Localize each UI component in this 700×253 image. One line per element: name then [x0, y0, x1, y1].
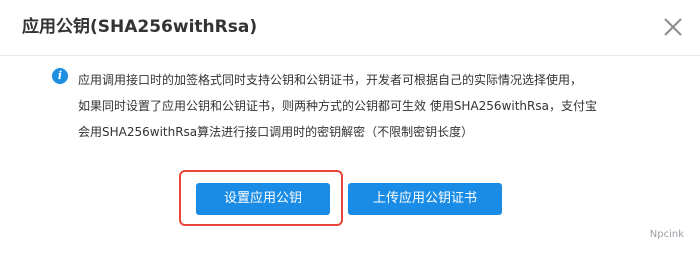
watermark: Npcink — [649, 229, 684, 240]
info-icon: i — [52, 68, 68, 84]
dialog-title: 应用公钥(SHA256withRsa) — [22, 17, 258, 37]
notice-line: 应用调用接口时的加签格式同时支持公钥和公钥证书，开发者可根据自己的实际情况选择使… — [78, 73, 583, 87]
dialog-header: 应用公钥(SHA256withRsa) — [0, 0, 700, 56]
notice-text: 应用调用接口时的加签格式同时支持公钥和公钥证书，开发者可根据自己的实际情况选择使… — [78, 67, 696, 145]
upload-cert-button[interactable]: 上传应用公钥证书 — [348, 183, 502, 215]
notice-line: 会用SHA256withRsa算法进行接口调用时的密钥解密（不限制密钥长度） — [78, 125, 474, 139]
set-public-key-button[interactable]: 设置应用公钥 — [196, 183, 330, 215]
notice-line: 如果同时设置了应用公钥和公钥证书，则两种方式的公钥都可生效 使用SHA256wi… — [78, 99, 597, 113]
close-icon[interactable] — [660, 14, 686, 40]
public-key-dialog: 应用公钥(SHA256withRsa) i 应用调用接口时的加签格式同时支持公钥… — [0, 0, 700, 253]
